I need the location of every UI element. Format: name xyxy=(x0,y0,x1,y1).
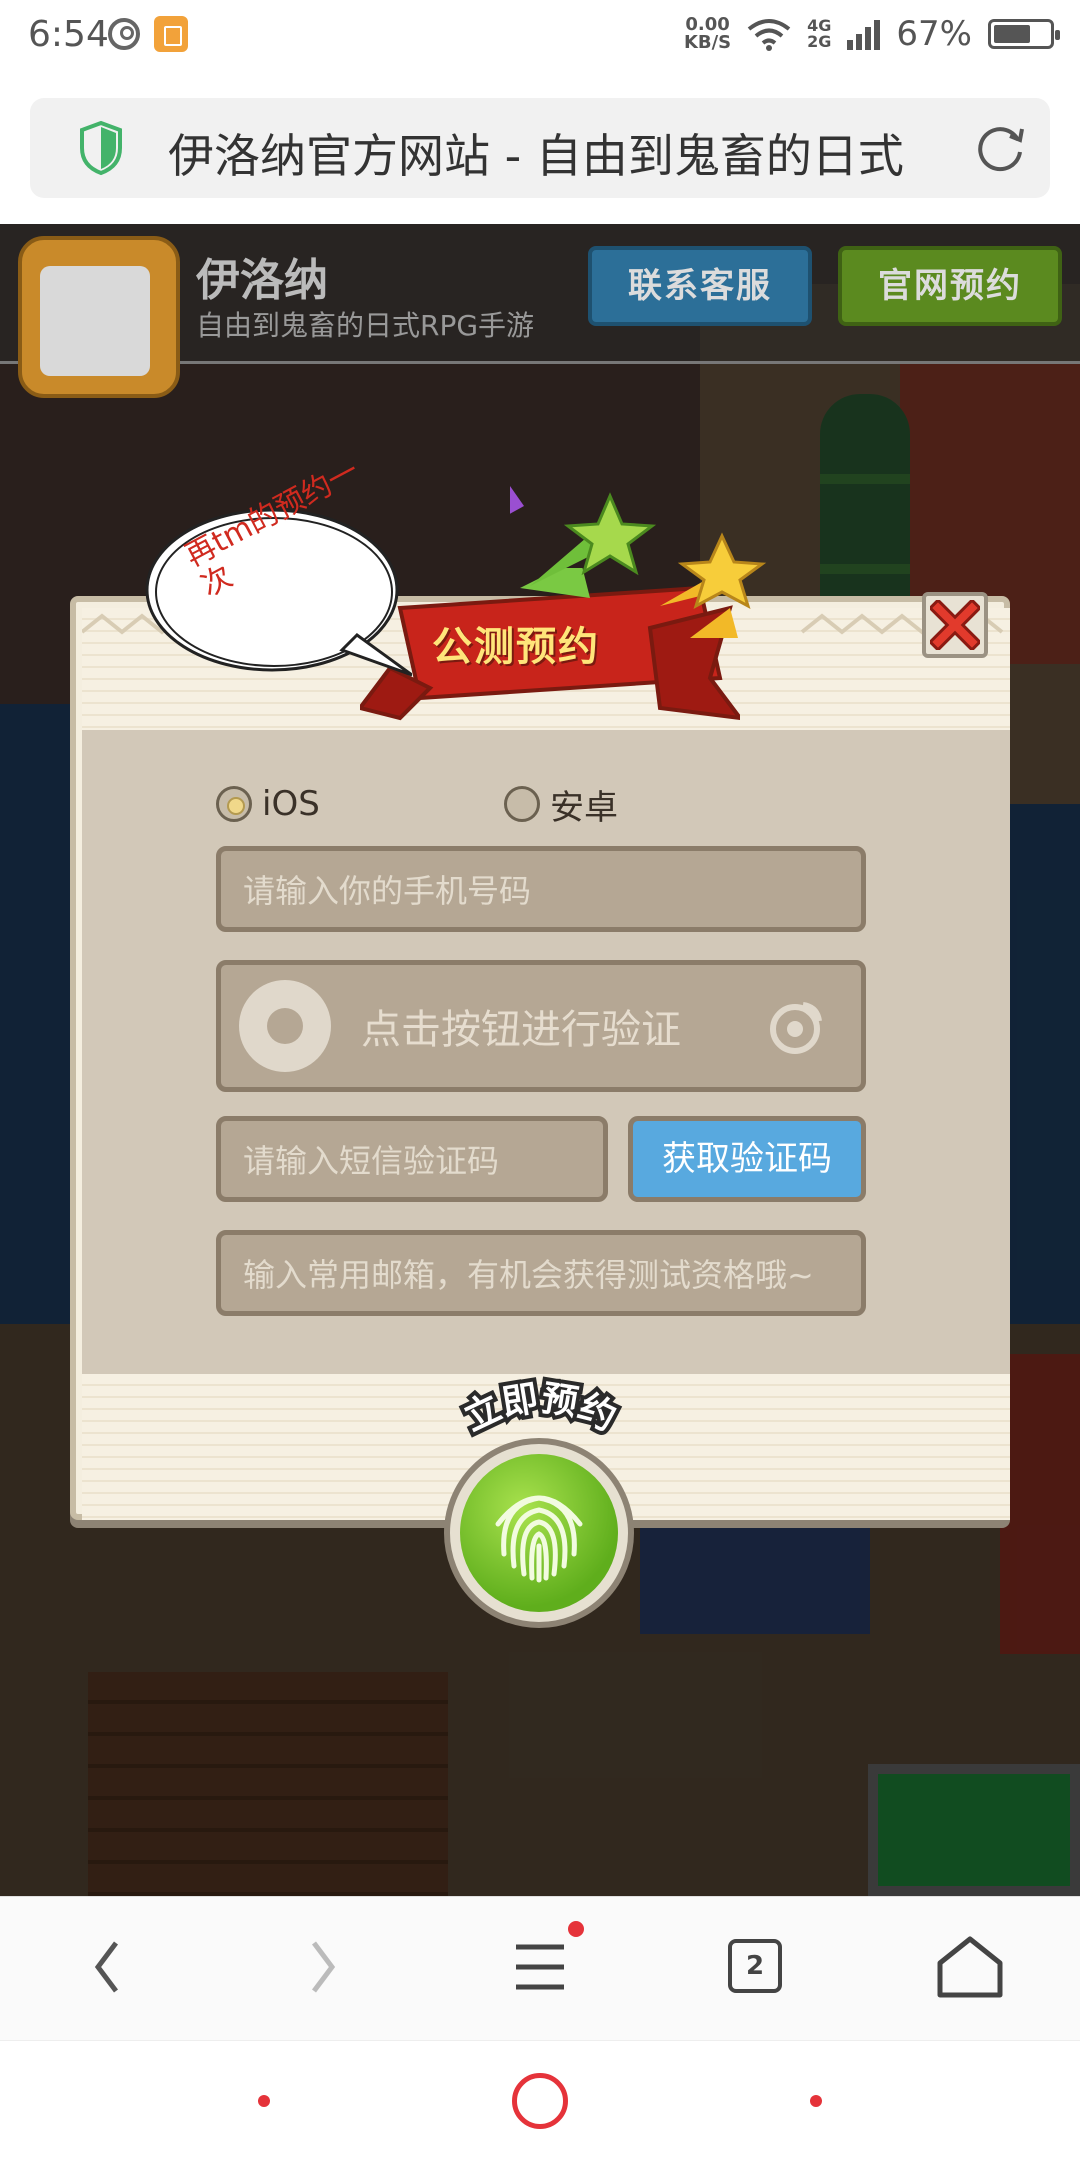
back-icon[interactable] xyxy=(68,1927,148,2007)
reserve-now-button[interactable] xyxy=(444,1438,634,1628)
site-header: 伊洛纳 自由到鬼畜的日式RPG手游 联系客服 官网预约 xyxy=(0,224,1080,398)
tabs-icon[interactable]: 2 xyxy=(728,1939,782,1993)
net-speed-unit: KB/S xyxy=(683,32,732,53)
radio-android-label: 安卓 xyxy=(550,787,618,828)
tabs-button[interactable]: 2 xyxy=(716,1927,796,2007)
web-page: 伊洛纳 自由到鬼畜的日式RPG手游 联系客服 官网预约 公测预约 再tm的预约一… xyxy=(0,224,1080,1896)
status-left-icons xyxy=(108,16,188,52)
svg-text:立即预约: 立即预约 xyxy=(458,1378,622,1439)
home-icon[interactable] xyxy=(930,1927,1010,2007)
app-icon xyxy=(18,236,180,398)
official-reserve-button[interactable]: 官网预约 xyxy=(838,246,1062,326)
menu-icon[interactable] xyxy=(500,1927,580,2007)
refresh-icon[interactable] xyxy=(972,120,1028,176)
wifi-icon xyxy=(747,19,791,51)
email-input[interactable]: 输入常用邮箱，有机会获得测试资格哦~ xyxy=(216,1230,866,1316)
radio-ios-label: iOS xyxy=(262,784,320,824)
get-sms-code-button[interactable]: 获取验证码 xyxy=(628,1116,866,1202)
close-icon[interactable] xyxy=(930,600,980,650)
cell-type-bottom: 2G xyxy=(807,32,832,51)
star-decoration xyxy=(510,486,767,610)
system-nav-bar xyxy=(0,2040,1080,2160)
signal-icon xyxy=(847,18,881,50)
battery-percent: 67% xyxy=(896,14,972,54)
app-name: 伊洛纳 xyxy=(196,255,328,306)
radio-android-button[interactable] xyxy=(504,786,540,822)
app-icon-art xyxy=(40,266,150,376)
system-back-button[interactable] xyxy=(258,2095,270,2107)
reservation-modal: 公测预约 再tm的预约一次 iOS 安卓 请输入你的手机号码 点击按钮进行验证 … xyxy=(70,453,1010,1628)
captcha-logo-icon xyxy=(770,1002,822,1054)
net-speed: 0.00 KB/S xyxy=(684,16,731,52)
radio-ios-button[interactable] xyxy=(216,786,252,822)
system-recents-button[interactable] xyxy=(810,2095,822,2107)
captcha-toggle-icon[interactable] xyxy=(239,980,331,1072)
sync-icon xyxy=(108,18,140,50)
forward-icon[interactable] xyxy=(282,1927,362,2007)
url-bar[interactable]: 伊洛纳官方网站 - 自由到鬼畜的日式 xyxy=(30,98,1050,198)
close-button[interactable] xyxy=(922,592,988,658)
cell-type: 4G 2G xyxy=(807,18,831,50)
captcha-text: 点击按钮进行验证 xyxy=(361,1007,681,1053)
fingerprint-icon xyxy=(495,1495,583,1583)
phone-input-placeholder: 请输入你的手机号码 xyxy=(243,872,532,910)
radio-option-android[interactable]: 安卓 xyxy=(504,782,618,828)
sms-code-placeholder: 请输入短信验证码 xyxy=(243,1142,500,1180)
submit-label-text: 立即预约 xyxy=(454,1374,626,1443)
browser-bottom-nav: 2 xyxy=(0,1896,1080,2040)
page-title[interactable]: 伊洛纳官方网站 - 自由到鬼畜的日式 xyxy=(168,120,968,186)
status-right: 0.00 KB/S 4G 2G 67% xyxy=(684,14,1060,54)
banner-title: 公测预约 xyxy=(432,624,600,670)
system-home-button[interactable] xyxy=(512,2073,568,2129)
shield-icon[interactable] xyxy=(78,120,124,176)
phone-input[interactable]: 请输入你的手机号码 xyxy=(216,846,866,932)
captcha-verify-button[interactable]: 点击按钮进行验证 xyxy=(216,960,866,1092)
menu-notification-dot xyxy=(568,1921,584,1937)
battery-icon xyxy=(988,19,1060,49)
battery-fill xyxy=(994,25,1031,43)
radio-option-ios[interactable]: iOS xyxy=(216,782,320,826)
sim-notification-icon xyxy=(154,16,188,52)
sms-code-input[interactable]: 请输入短信验证码 xyxy=(216,1116,608,1202)
email-input-placeholder: 输入常用邮箱，有机会获得测试资格哦~ xyxy=(243,1256,814,1294)
browser-toolbar: 伊洛纳官方网站 - 自由到鬼畜的日式 xyxy=(0,76,1080,224)
status-time: 6:54 xyxy=(28,14,109,55)
app-subtitle: 自由到鬼畜的日式RPG手游 xyxy=(196,309,535,342)
status-bar: 6:54 0.00 KB/S 4G 2G 67% xyxy=(0,0,1080,76)
fingerprint-button-face[interactable] xyxy=(460,1454,618,1612)
contact-service-button[interactable]: 联系客服 xyxy=(588,246,812,326)
